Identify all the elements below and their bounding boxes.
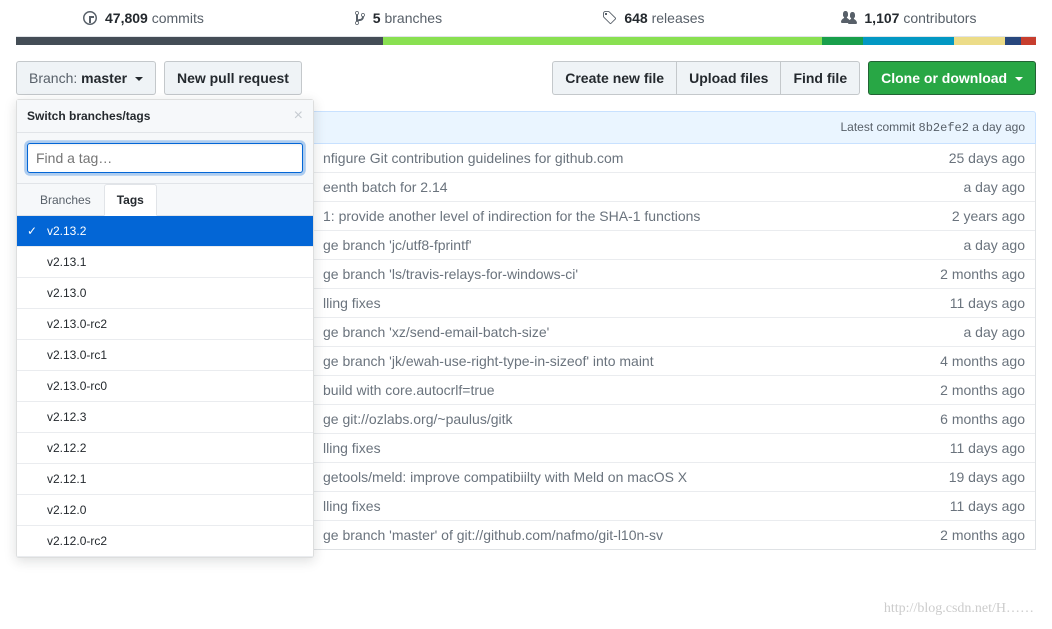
tag-item[interactable]: v2.13.0 bbox=[17, 278, 313, 309]
lang-seg bbox=[1005, 37, 1020, 45]
tag-item[interactable]: v2.12.1 bbox=[17, 464, 313, 495]
branch-tag-selector: Switch branches/tags × Branches Tags v2.… bbox=[16, 99, 314, 558]
contributors-stat[interactable]: 1,107 contributors bbox=[781, 0, 1036, 36]
caret-down-icon bbox=[1015, 77, 1023, 85]
tab-tags[interactable]: Tags bbox=[104, 184, 157, 216]
commit-time: 25 days ago bbox=[933, 150, 1025, 166]
commit-time: 11 days ago bbox=[934, 440, 1025, 456]
lang-seg bbox=[954, 37, 1005, 45]
commit-time: 11 days ago bbox=[934, 295, 1025, 311]
close-icon[interactable]: × bbox=[294, 108, 303, 124]
lang-seg bbox=[822, 37, 863, 45]
new-pull-request-button[interactable]: New pull request bbox=[164, 61, 302, 95]
commit-time: 19 days ago bbox=[933, 469, 1025, 485]
caret-down-icon bbox=[135, 77, 143, 85]
tag-item[interactable]: v2.13.0-rc2 bbox=[17, 309, 313, 340]
tag-item[interactable]: v2.12.0-rc2 bbox=[17, 526, 313, 557]
branches-label: branches bbox=[384, 10, 442, 26]
tag-item[interactable]: v2.12.0 bbox=[17, 495, 313, 526]
people-icon bbox=[841, 10, 857, 26]
file-actions-group: Create new file Upload files Find file bbox=[552, 61, 860, 95]
selector-tabs: Branches Tags bbox=[17, 184, 313, 216]
tag-item[interactable]: v2.12.3 bbox=[17, 402, 313, 433]
commit-time: a day ago bbox=[948, 324, 1026, 340]
commits-stat[interactable]: 47,809 commits bbox=[16, 0, 271, 36]
tag-item[interactable]: v2.12.2 bbox=[17, 433, 313, 464]
clone-label: Clone or download bbox=[881, 70, 1007, 86]
stats-bar: 47,809 commits 5 branches 648 releases 1… bbox=[16, 0, 1036, 37]
contributors-label: contributors bbox=[903, 10, 976, 26]
selector-header: Switch branches/tags × bbox=[17, 100, 313, 133]
commit-time: a day ago bbox=[948, 179, 1026, 195]
watermark: http://blog.csdn.net/H…… bbox=[884, 601, 1034, 617]
commit-time: 2 months ago bbox=[924, 527, 1025, 543]
commit-time: 11 days ago bbox=[934, 498, 1025, 514]
tag-icon bbox=[602, 10, 616, 26]
create-file-button[interactable]: Create new file bbox=[552, 61, 677, 95]
branches-count: 5 bbox=[373, 10, 381, 26]
branches-stat[interactable]: 5 branches bbox=[271, 0, 526, 36]
repo-toolbar: Branch: master New pull request Create n… bbox=[16, 45, 1036, 111]
language-color-bar[interactable] bbox=[16, 37, 1036, 45]
commit-sha[interactable]: 8b2efe2 bbox=[919, 121, 969, 135]
commit-time: 2 months ago bbox=[924, 382, 1025, 398]
branch-name: master bbox=[81, 70, 127, 86]
tag-item[interactable]: v2.13.0-rc0 bbox=[17, 371, 313, 402]
commit-time: 2 years ago bbox=[936, 208, 1025, 224]
commit-time: 6 months ago bbox=[924, 411, 1025, 427]
tag-item[interactable]: v2.13.2 bbox=[17, 216, 313, 247]
selector-filter bbox=[17, 133, 313, 184]
branch-label: Branch: bbox=[29, 70, 77, 86]
tag-filter-input[interactable] bbox=[27, 143, 303, 173]
commit-time: 2 months ago bbox=[924, 266, 1025, 282]
commit-prefix: Latest commit bbox=[840, 120, 915, 134]
clone-download-button[interactable]: Clone or download bbox=[868, 61, 1036, 95]
commit-time: 4 months ago bbox=[924, 353, 1025, 369]
commits-label: commits bbox=[152, 10, 204, 26]
tags-list[interactable]: v2.13.2 v2.13.1 v2.13.0 v2.13.0-rc2 v2.1… bbox=[17, 216, 313, 557]
tab-branches[interactable]: Branches bbox=[27, 184, 104, 216]
find-file-button[interactable]: Find file bbox=[780, 61, 860, 95]
releases-stat[interactable]: 648 releases bbox=[526, 0, 781, 36]
lang-seg bbox=[383, 37, 822, 45]
tag-item[interactable]: v2.13.1 bbox=[17, 247, 313, 278]
history-icon bbox=[83, 10, 97, 26]
branch-icon bbox=[355, 10, 365, 26]
commit-time: a day ago bbox=[948, 237, 1026, 253]
tag-item[interactable]: v2.13.0-rc1 bbox=[17, 340, 313, 371]
lang-seg bbox=[1021, 37, 1036, 45]
releases-label: releases bbox=[652, 10, 705, 26]
lang-seg bbox=[863, 37, 955, 45]
upload-files-button[interactable]: Upload files bbox=[676, 61, 781, 95]
commit-time: a day ago bbox=[972, 120, 1025, 134]
commits-count: 47,809 bbox=[105, 10, 148, 26]
releases-count: 648 bbox=[624, 10, 647, 26]
contributors-count: 1,107 bbox=[864, 10, 899, 26]
selector-title: Switch branches/tags bbox=[27, 109, 150, 123]
branch-select-button[interactable]: Branch: master bbox=[16, 61, 156, 95]
lang-seg bbox=[16, 37, 383, 45]
